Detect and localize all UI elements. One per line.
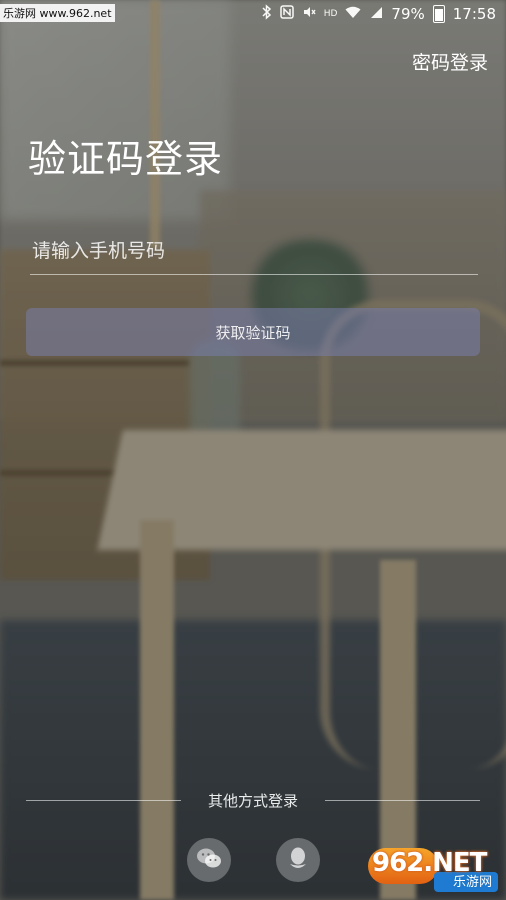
battery-percent: 79% — [391, 5, 425, 23]
watermark-logo-subtext: 乐游网 — [452, 875, 492, 890]
wifi-icon — [345, 6, 361, 23]
status-icons: HD 79% 17:58 — [262, 4, 496, 24]
nfc-icon — [279, 5, 294, 23]
page-title: 验证码登录 — [28, 137, 224, 181]
network-type: HD — [323, 9, 338, 19]
mute-icon — [302, 5, 316, 23]
other-login-divider: 其他方式登录 — [26, 788, 480, 812]
qq-login-button[interactable] — [276, 838, 320, 882]
phone-number-input[interactable] — [30, 228, 478, 275]
password-login-link[interactable]: 密码登录 — [412, 48, 488, 75]
status-bar: 乐游网 www.962.net HD 79% 17:58 — [0, 0, 506, 28]
qq-icon — [287, 846, 309, 874]
wechat-login-button[interactable] — [187, 838, 231, 882]
battery-icon — [432, 5, 445, 23]
bluetooth-icon — [262, 4, 272, 24]
get-verification-code-button[interactable]: 获取验证码 — [26, 308, 480, 356]
divider-line-right — [325, 800, 480, 801]
watermark-logo: 962.NET 乐游网 — [368, 848, 498, 892]
site-watermark: 乐游网 www.962.net — [0, 4, 115, 22]
signal-icon — [369, 6, 383, 23]
wechat-icon — [196, 847, 222, 873]
clock: 17:58 — [452, 5, 496, 23]
